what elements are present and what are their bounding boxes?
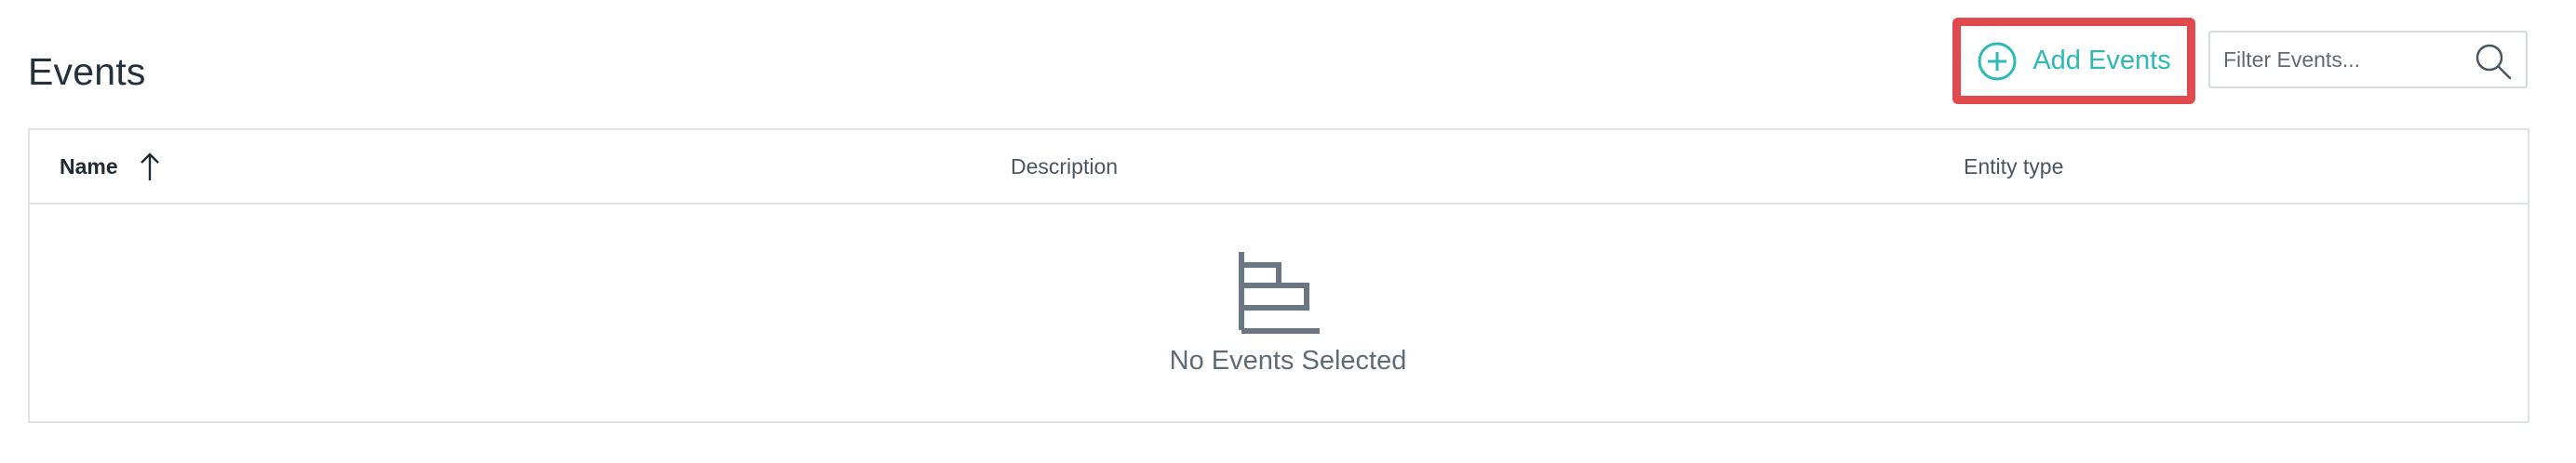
add-events-button[interactable]: Add Events [1952, 18, 2195, 104]
plus-circle-icon [1978, 42, 2017, 80]
add-events-label: Add Events [2033, 46, 2171, 75]
column-header-entity-type[interactable]: Entity type [1964, 130, 2063, 203]
events-page: Events Add Events Name Description Enti [0, 0, 2576, 463]
table-header: Name Description Entity type [30, 130, 2528, 205]
search-icon[interactable] [2474, 42, 2513, 81]
sort-arrow-up-icon [140, 152, 159, 180]
empty-state-message: No Events Selected [1169, 346, 1407, 376]
column-header-description[interactable]: Description [1011, 130, 1118, 203]
filter-events-field[interactable] [2208, 31, 2528, 88]
page-title: Events [28, 50, 146, 93]
filter-events-input[interactable] [2210, 32, 2467, 87]
column-header-name-label: Name [60, 153, 118, 179]
column-header-name[interactable]: Name [60, 130, 161, 203]
bar-chart-icon [1239, 252, 1320, 334]
